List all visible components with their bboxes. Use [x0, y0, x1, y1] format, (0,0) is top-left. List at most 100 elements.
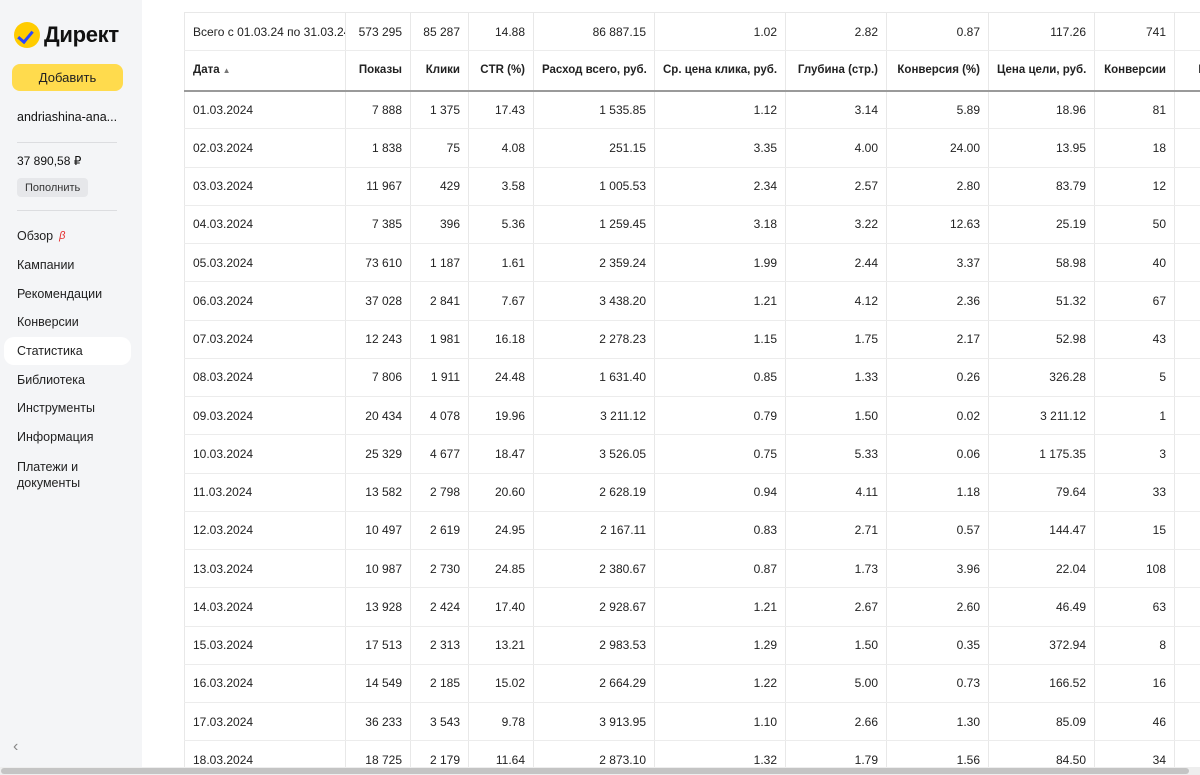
table-cell: 09.03.2024	[184, 396, 346, 436]
table-cell	[1174, 396, 1200, 436]
table-cell: 3.35	[654, 128, 786, 168]
sidebar-item-7[interactable]: Информация	[4, 423, 131, 452]
column-header[interactable]: Дата ▲	[184, 50, 346, 92]
table-row: 13.03.2024 10 987 2 730 24.85 2 380.67 0.87 1.…	[184, 549, 1200, 589]
column-header[interactable]: Конверсии	[1094, 50, 1175, 92]
table-cell: 0.06	[886, 434, 989, 474]
table-cell: 03.03.2024	[184, 167, 346, 206]
table-cell	[1174, 740, 1200, 767]
sidebar-item-3[interactable]: Конверсии	[4, 308, 131, 337]
table-cell: 1 375	[410, 90, 469, 130]
table-cell: 73 610	[345, 243, 411, 283]
table-cell: 2.71	[785, 511, 887, 551]
sidebar-item-6[interactable]: Инструменты	[4, 394, 131, 423]
table-cell: 12	[1094, 167, 1175, 206]
table-cell: 1 259.45	[533, 205, 655, 245]
collapse-sidebar-icon[interactable]: ‹	[13, 738, 18, 756]
table-cell: 1 187	[410, 243, 469, 283]
table-cell: 7 385	[345, 205, 411, 245]
table-cell: 3.14	[785, 90, 887, 130]
column-header[interactable]: CTR (%)	[468, 50, 534, 92]
horizontal-scrollbar[interactable]	[0, 767, 1200, 775]
table-cell: 84.50	[988, 740, 1095, 767]
table-cell: 1.32	[654, 740, 786, 767]
table-cell: 19.96	[468, 396, 534, 436]
table-cell	[1174, 243, 1200, 283]
table-cell: 2 873.10	[533, 740, 655, 767]
table-cell: 1.21	[654, 587, 786, 627]
scrollbar-thumb[interactable]	[1, 768, 1189, 774]
table-cell	[1174, 626, 1200, 665]
table-cell: 10 987	[345, 549, 411, 589]
column-header[interactable]: Клики	[410, 50, 469, 92]
totals-cell: 85 287	[410, 12, 469, 51]
table-cell: 17.03.2024	[184, 702, 346, 742]
table-cell: 25.19	[988, 205, 1095, 245]
table-cell: 08.03.2024	[184, 358, 346, 398]
column-header[interactable]: Р	[1174, 50, 1200, 92]
table-cell: 0.57	[886, 511, 989, 551]
beta-badge: β	[59, 230, 66, 243]
table-cell	[1174, 205, 1200, 245]
column-header[interactable]: Глубина (стр.)	[785, 50, 887, 92]
sidebar-item-4[interactable]: Статистика	[4, 336, 131, 366]
sort-ascending-icon[interactable]: ▲	[223, 66, 231, 75]
table-cell: 18	[1094, 128, 1175, 168]
sidebar-item-8[interactable]: Платежи и документы	[4, 452, 131, 492]
table-cell: 13 928	[345, 587, 411, 627]
table-row: 08.03.2024 7 806 1 911 24.48 1 631.40 0.85 1.3…	[184, 358, 1200, 398]
table-cell: 13.21	[468, 626, 534, 665]
table-cell: 0.79	[654, 396, 786, 436]
table-cell: 79.64	[988, 473, 1095, 512]
sidebar-item-5[interactable]: Библиотека	[4, 365, 131, 394]
table-cell: 10 497	[345, 511, 411, 551]
table-cell: 1 175.35	[988, 434, 1095, 474]
table-cell: 1.99	[654, 243, 786, 283]
column-header[interactable]: Конверсия (%)	[886, 50, 989, 92]
table-cell: 18.03.2024	[184, 740, 346, 767]
column-header[interactable]: Показы	[345, 50, 411, 92]
totals-cell: 117.26	[988, 12, 1095, 51]
table-cell	[1174, 434, 1200, 474]
account-name[interactable]: andriashina-ana...	[17, 110, 117, 124]
table-cell: 2 730	[410, 549, 469, 589]
logo[interactable]: Директ	[14, 20, 119, 50]
totals-cell: 14.88	[468, 12, 534, 51]
table-cell: 36 233	[345, 702, 411, 742]
table-cell: 2.57	[785, 167, 887, 206]
table-row: 04.03.2024 7 385 396 5.36 1 259.45 3.18 3.22 12…	[184, 205, 1200, 245]
sidebar-item-label: Информация	[17, 430, 94, 445]
table-row: 17.03.2024 36 233 3 543 9.78 3 913.95 1.10 2.6…	[184, 702, 1200, 742]
add-button[interactable]: Добавить	[12, 64, 123, 91]
table-cell: 2.60	[886, 587, 989, 627]
column-header-label: CTR (%)	[480, 64, 525, 77]
table-cell: 2.36	[886, 281, 989, 321]
table-cell: 8	[1094, 626, 1175, 665]
table-cell: 11.03.2024	[184, 473, 346, 512]
column-header[interactable]: Ср. цена клика, руб.	[654, 50, 786, 92]
sidebar-item-label: Кампании	[17, 258, 75, 273]
table-cell: 3 913.95	[533, 702, 655, 742]
table-cell: 2 424	[410, 587, 469, 627]
table-cell: 396	[410, 205, 469, 245]
table-cell: 17.40	[468, 587, 534, 627]
table-cell: 17 513	[345, 626, 411, 665]
totals-cell	[1174, 12, 1200, 51]
totals-label: Всего с 01.03.24 по 31.03.24	[184, 12, 346, 51]
sidebar-item-2[interactable]: Рекомендации	[4, 279, 131, 308]
table-cell: 24.00	[886, 128, 989, 168]
table-cell: 1.61	[468, 243, 534, 283]
column-header[interactable]: Расход всего, руб.	[533, 50, 655, 92]
table-cell: 83.79	[988, 167, 1095, 206]
topup-button[interactable]: Пополнить	[17, 178, 89, 197]
table-cell: 3 526.05	[533, 434, 655, 474]
table-row: 06.03.2024 37 028 2 841 7.67 3 438.20 1.21 4.1…	[184, 281, 1200, 321]
table-cell: 10.03.2024	[184, 434, 346, 474]
sidebar-item-1[interactable]: Кампании	[4, 251, 131, 280]
column-header[interactable]: Цена цели, руб.	[988, 50, 1095, 92]
sidebar-divider	[17, 142, 117, 143]
sidebar-item-0[interactable]: Обзор β	[4, 222, 131, 251]
table-cell: 12.03.2024	[184, 511, 346, 551]
table-cell: 1	[1094, 396, 1175, 436]
column-header-label: Глубина (стр.)	[797, 64, 878, 77]
